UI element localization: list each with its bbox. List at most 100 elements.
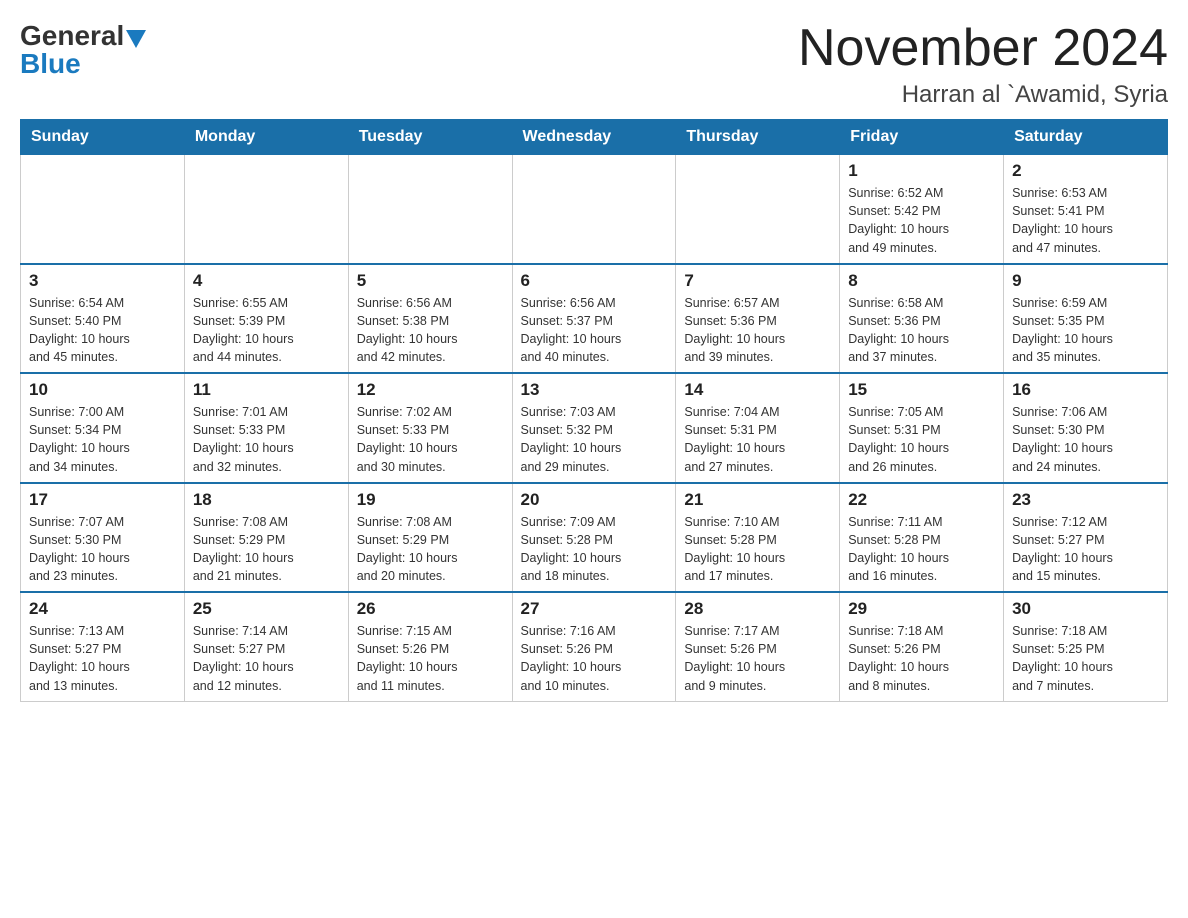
day-sun-info: Sunrise: 7:10 AM Sunset: 5:28 PM Dayligh… <box>684 513 831 586</box>
calendar-day-cell: 27Sunrise: 7:16 AM Sunset: 5:26 PM Dayli… <box>512 592 676 701</box>
calendar-day-cell: 10 Sunrise: 7:00 AM Sunset: 5:34 PM Dayli… <box>21 373 185 483</box>
day-sun-info: Sunrise: 7:05 AM Sunset: 5:31 PM Dayligh… <box>848 403 995 476</box>
day-number: 9 <box>1012 271 1159 291</box>
calendar-day-cell: 7 Sunrise: 6:57 AM Sunset: 5:36 PM Daylig… <box>676 264 840 374</box>
calendar-day-cell: 8 Sunrise: 6:58 AM Sunset: 5:36 PM Daylig… <box>840 264 1004 374</box>
title-block: November 2024 Harran al `Awamid, Syria <box>798 20 1168 109</box>
weekday-header-thursday: Thursday <box>676 120 840 155</box>
day-number: 5 <box>357 271 504 291</box>
day-sun-info: Sunrise: 7:17 AM Sunset: 5:26 PM Dayligh… <box>684 622 831 695</box>
calendar-day-cell: 14 Sunrise: 7:04 AM Sunset: 5:31 PM Dayli… <box>676 373 840 483</box>
location-subtitle: Harran al `Awamid, Syria <box>798 81 1168 109</box>
day-sun-info: Sunrise: 6:58 AM Sunset: 5:36 PM Dayligh… <box>848 294 995 367</box>
day-number: 22 <box>848 490 995 510</box>
day-number: 28 <box>684 599 831 619</box>
day-sun-info: Sunrise: 7:09 AM Sunset: 5:28 PM Dayligh… <box>521 513 668 586</box>
day-number: 23 <box>1012 490 1159 510</box>
day-number: 1 <box>848 161 995 181</box>
day-sun-info: Sunrise: 7:00 AM Sunset: 5:34 PM Dayligh… <box>29 403 176 476</box>
day-sun-info: Sunrise: 7:18 AM Sunset: 5:25 PM Dayligh… <box>1012 622 1159 695</box>
day-sun-info: Sunrise: 7:03 AM Sunset: 5:32 PM Dayligh… <box>521 403 668 476</box>
day-number: 7 <box>684 271 831 291</box>
day-sun-info: Sunrise: 7:13 AM Sunset: 5:27 PM Dayligh… <box>29 622 176 695</box>
calendar-day-cell: 6Sunrise: 6:56 AM Sunset: 5:37 PM Daylig… <box>512 264 676 374</box>
day-sun-info: Sunrise: 6:52 AM Sunset: 5:42 PM Dayligh… <box>848 184 995 257</box>
day-sun-info: Sunrise: 7:04 AM Sunset: 5:31 PM Dayligh… <box>684 403 831 476</box>
day-number: 21 <box>684 490 831 510</box>
calendar-day-cell: 5 Sunrise: 6:56 AM Sunset: 5:38 PM Daylig… <box>348 264 512 374</box>
calendar-day-cell: 11 Sunrise: 7:01 AM Sunset: 5:33 PM Dayli… <box>184 373 348 483</box>
calendar-day-cell: 13 Sunrise: 7:03 AM Sunset: 5:32 PM Dayli… <box>512 373 676 483</box>
day-number: 12 <box>357 380 504 400</box>
calendar-day-cell: 25 Sunrise: 7:14 AM Sunset: 5:27 PM Dayli… <box>184 592 348 701</box>
day-number: 14 <box>684 380 831 400</box>
day-number: 3 <box>29 271 176 291</box>
day-number: 11 <box>193 380 340 400</box>
day-number: 13 <box>521 380 668 400</box>
weekday-header-sunday: Sunday <box>21 120 185 155</box>
calendar-day-cell: 28 Sunrise: 7:17 AM Sunset: 5:26 PM Dayli… <box>676 592 840 701</box>
day-number: 25 <box>193 599 340 619</box>
day-sun-info: Sunrise: 7:07 AM Sunset: 5:30 PM Dayligh… <box>29 513 176 586</box>
logo: General Blue <box>20 20 146 80</box>
calendar-week-row: 17 Sunrise: 7:07 AM Sunset: 5:30 PM Dayli… <box>21 483 1168 593</box>
calendar-day-cell: 17 Sunrise: 7:07 AM Sunset: 5:30 PM Dayli… <box>21 483 185 593</box>
day-sun-info: Sunrise: 6:59 AM Sunset: 5:35 PM Dayligh… <box>1012 294 1159 367</box>
day-sun-info: Sunrise: 7:06 AM Sunset: 5:30 PM Dayligh… <box>1012 403 1159 476</box>
weekday-header-wednesday: Wednesday <box>512 120 676 155</box>
calendar-day-cell <box>348 155 512 264</box>
calendar-week-row: 1 Sunrise: 6:52 AM Sunset: 5:42 PM Daylig… <box>21 155 1168 264</box>
calendar-day-cell: 15Sunrise: 7:05 AM Sunset: 5:31 PM Dayli… <box>840 373 1004 483</box>
calendar-day-cell: 30 Sunrise: 7:18 AM Sunset: 5:25 PM Dayli… <box>1004 592 1168 701</box>
day-number: 10 <box>29 380 176 400</box>
calendar-day-cell: 26 Sunrise: 7:15 AM Sunset: 5:26 PM Dayli… <box>348 592 512 701</box>
day-sun-info: Sunrise: 6:56 AM Sunset: 5:38 PM Dayligh… <box>357 294 504 367</box>
calendar-day-cell: 3 Sunrise: 6:54 AM Sunset: 5:40 PM Daylig… <box>21 264 185 374</box>
day-number: 4 <box>193 271 340 291</box>
calendar-day-cell: 19 Sunrise: 7:08 AM Sunset: 5:29 PM Dayli… <box>348 483 512 593</box>
day-number: 17 <box>29 490 176 510</box>
day-number: 27 <box>521 599 668 619</box>
day-sun-info: Sunrise: 7:15 AM Sunset: 5:26 PM Dayligh… <box>357 622 504 695</box>
day-sun-info: Sunrise: 7:12 AM Sunset: 5:27 PM Dayligh… <box>1012 513 1159 586</box>
calendar-table: SundayMondayTuesdayWednesdayThursdayFrid… <box>20 119 1168 702</box>
day-number: 24 <box>29 599 176 619</box>
calendar-day-cell: 21 Sunrise: 7:10 AM Sunset: 5:28 PM Dayli… <box>676 483 840 593</box>
day-sun-info: Sunrise: 6:54 AM Sunset: 5:40 PM Dayligh… <box>29 294 176 367</box>
calendar-day-cell: 22 Sunrise: 7:11 AM Sunset: 5:28 PM Dayli… <box>840 483 1004 593</box>
calendar-week-row: 3 Sunrise: 6:54 AM Sunset: 5:40 PM Daylig… <box>21 264 1168 374</box>
calendar-day-cell: 1 Sunrise: 6:52 AM Sunset: 5:42 PM Daylig… <box>840 155 1004 264</box>
day-sun-info: Sunrise: 7:01 AM Sunset: 5:33 PM Dayligh… <box>193 403 340 476</box>
day-number: 18 <box>193 490 340 510</box>
weekday-header-tuesday: Tuesday <box>348 120 512 155</box>
calendar-day-cell: 9 Sunrise: 6:59 AM Sunset: 5:35 PM Daylig… <box>1004 264 1168 374</box>
calendar-day-cell <box>512 155 676 264</box>
calendar-day-cell: 16 Sunrise: 7:06 AM Sunset: 5:30 PM Dayli… <box>1004 373 1168 483</box>
weekday-header-friday: Friday <box>840 120 1004 155</box>
calendar-day-cell: 4Sunrise: 6:55 AM Sunset: 5:39 PM Daylig… <box>184 264 348 374</box>
day-sun-info: Sunrise: 7:11 AM Sunset: 5:28 PM Dayligh… <box>848 513 995 586</box>
day-number: 20 <box>521 490 668 510</box>
day-sun-info: Sunrise: 6:53 AM Sunset: 5:41 PM Dayligh… <box>1012 184 1159 257</box>
calendar-day-cell: 18Sunrise: 7:08 AM Sunset: 5:29 PM Dayli… <box>184 483 348 593</box>
day-sun-info: Sunrise: 7:02 AM Sunset: 5:33 PM Dayligh… <box>357 403 504 476</box>
calendar-day-cell <box>184 155 348 264</box>
logo-arrow-icon <box>126 30 146 48</box>
day-sun-info: Sunrise: 7:18 AM Sunset: 5:26 PM Dayligh… <box>848 622 995 695</box>
calendar-day-cell: 20 Sunrise: 7:09 AM Sunset: 5:28 PM Dayli… <box>512 483 676 593</box>
day-number: 19 <box>357 490 504 510</box>
weekday-header-saturday: Saturday <box>1004 120 1168 155</box>
day-sun-info: Sunrise: 7:14 AM Sunset: 5:27 PM Dayligh… <box>193 622 340 695</box>
day-number: 29 <box>848 599 995 619</box>
day-number: 8 <box>848 271 995 291</box>
day-sun-info: Sunrise: 7:08 AM Sunset: 5:29 PM Dayligh… <box>357 513 504 586</box>
day-sun-info: Sunrise: 6:56 AM Sunset: 5:37 PM Dayligh… <box>521 294 668 367</box>
calendar-week-row: 24 Sunrise: 7:13 AM Sunset: 5:27 PM Dayli… <box>21 592 1168 701</box>
calendar-day-cell <box>21 155 185 264</box>
calendar-day-cell: 2Sunrise: 6:53 AM Sunset: 5:41 PM Daylig… <box>1004 155 1168 264</box>
day-number: 30 <box>1012 599 1159 619</box>
day-number: 16 <box>1012 380 1159 400</box>
calendar-day-cell: 24 Sunrise: 7:13 AM Sunset: 5:27 PM Dayli… <box>21 592 185 701</box>
day-sun-info: Sunrise: 6:57 AM Sunset: 5:36 PM Dayligh… <box>684 294 831 367</box>
day-number: 26 <box>357 599 504 619</box>
